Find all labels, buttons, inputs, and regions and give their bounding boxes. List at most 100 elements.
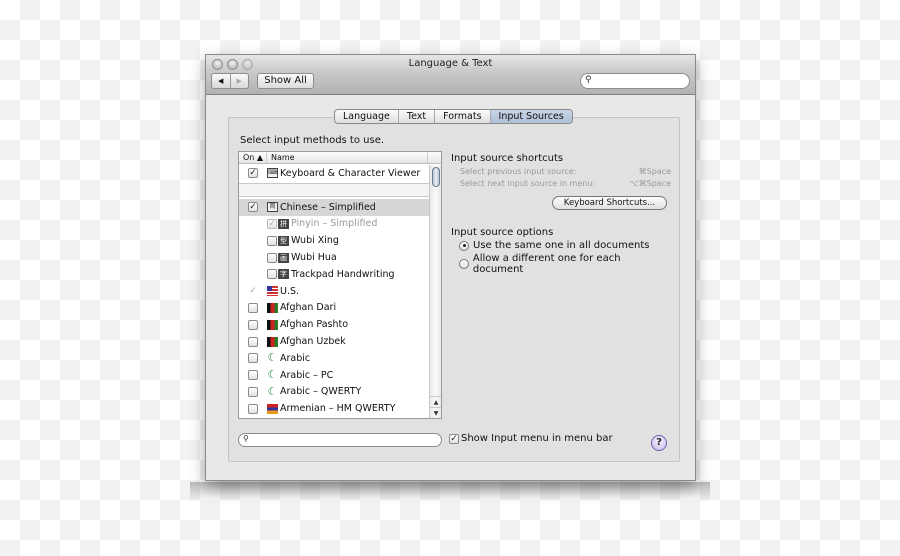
input-sources-list: On ▲ Name ✓ ⌨ Keyboard & Character Viewer ✓… bbox=[238, 151, 442, 419]
list-item[interactable]: ☾ Arabic – PC bbox=[239, 367, 430, 384]
enable-checkbox[interactable]: ✓ bbox=[267, 218, 277, 229]
show-input-menu-checkbox[interactable]: ✓ bbox=[449, 433, 459, 444]
armenian-flag-icon bbox=[267, 403, 278, 414]
list-item-label: Afghan Pashto bbox=[280, 319, 349, 331]
list-item[interactable]: 画 Wubi Hua bbox=[239, 249, 430, 266]
list-item[interactable]: Afghan Pashto bbox=[239, 316, 430, 333]
list-search-field[interactable]: ⚲ bbox=[238, 433, 442, 447]
list-item-label: Chinese – Simplified bbox=[280, 201, 376, 213]
checkbox-cell bbox=[239, 370, 267, 381]
tab-formats[interactable]: Formats bbox=[434, 110, 489, 123]
checkbox-cell bbox=[239, 386, 267, 397]
show-all-button[interactable]: Show All bbox=[257, 73, 314, 89]
checkbox-cell bbox=[239, 319, 267, 330]
checkbox-cell bbox=[239, 336, 267, 347]
list-item-label: Arabic bbox=[280, 352, 311, 364]
enable-checkbox[interactable] bbox=[248, 403, 258, 414]
toolbar: Language & Text ◀ ▶ Show All ⚲ bbox=[206, 55, 695, 95]
shortcut-next-key: ⌥⌘Space bbox=[629, 179, 671, 188]
search-field[interactable]: ⚲ bbox=[580, 73, 690, 89]
enable-checkbox[interactable] bbox=[267, 252, 277, 263]
list-item[interactable]: ☾ Arabic bbox=[239, 350, 430, 367]
window-shadow bbox=[190, 482, 710, 502]
nav-buttons: ◀ ▶ bbox=[211, 73, 249, 89]
shortcut-previous-label: Select previous input source: bbox=[460, 167, 577, 176]
enable-checkbox[interactable]: ✓ bbox=[248, 168, 258, 179]
wubi-xing-icon: 型 bbox=[278, 235, 289, 246]
enable-checkbox[interactable] bbox=[248, 319, 258, 330]
list-item-label: Armenian – HM QWERTY bbox=[280, 403, 396, 415]
enable-checkbox[interactable] bbox=[248, 353, 258, 364]
keyboard-shortcuts-button[interactable]: Keyboard Shortcuts... bbox=[552, 196, 667, 210]
column-header-on[interactable]: On ▲ bbox=[239, 152, 267, 163]
list-item[interactable]: ✓ 拼 Pinyin – Simplified bbox=[239, 216, 430, 233]
list-item-label: Arabic – QWERTY bbox=[280, 386, 362, 398]
checkbox-cell: ✓ bbox=[239, 202, 267, 213]
enable-checkbox[interactable]: ✓ bbox=[248, 286, 258, 296]
shortcut-previous: Select previous input source: ⌘Space bbox=[451, 167, 671, 176]
shortcut-next: Select next input source in menu: ⌥⌘Spac… bbox=[451, 179, 671, 188]
options-heading: Input source options bbox=[451, 227, 554, 238]
list-item[interactable]: 字 Trackpad Handwriting bbox=[239, 266, 430, 283]
shortcut-previous-key: ⌘Space bbox=[638, 167, 671, 176]
back-button[interactable]: ◀ bbox=[212, 74, 230, 88]
list-item[interactable]: 型 Wubi Xing bbox=[239, 232, 430, 249]
checkbox-cell bbox=[239, 403, 267, 414]
afghan-flag-icon bbox=[267, 302, 278, 313]
preferences-window: Language & Text ◀ ▶ Show All ⚲ Language … bbox=[205, 54, 696, 481]
pinyin-icon: 拼 bbox=[278, 218, 289, 229]
checkbox-cell bbox=[239, 302, 267, 313]
list-item-label: Wubi Xing bbox=[291, 235, 339, 247]
enable-checkbox[interactable] bbox=[248, 336, 258, 347]
checkbox-cell bbox=[239, 353, 267, 364]
list-item-label: Afghan Uzbek bbox=[280, 336, 346, 348]
window-title: Language & Text bbox=[408, 58, 493, 69]
crescent-icon: ☾ bbox=[267, 384, 278, 398]
help-button[interactable]: ? bbox=[651, 435, 667, 451]
scroll-up-arrow[interactable]: ▲ bbox=[430, 396, 441, 407]
list-item[interactable]: ✓ ⌨ Keyboard & Character Viewer bbox=[239, 165, 430, 182]
list-item[interactable]: ✓ 简 Chinese – Simplified bbox=[239, 198, 430, 216]
forward-button[interactable]: ▶ bbox=[229, 74, 249, 88]
enable-checkbox[interactable] bbox=[267, 269, 277, 280]
list-item[interactable]: Afghan Dari bbox=[239, 300, 430, 317]
wubi-hua-icon: 画 bbox=[278, 252, 289, 263]
option-different-row[interactable]: Allow a different one for each document bbox=[451, 253, 671, 275]
radio-different[interactable] bbox=[459, 259, 469, 269]
scroll-down-arrow[interactable]: ▼ bbox=[430, 407, 441, 418]
checkbox-cell: ✓ bbox=[239, 286, 267, 296]
tab-language[interactable]: Language bbox=[335, 110, 398, 123]
vertical-scrollbar[interactable]: ▲ ▼ bbox=[429, 165, 441, 418]
column-header-name[interactable]: Name bbox=[267, 152, 428, 163]
list-item[interactable]: Afghan Uzbek bbox=[239, 333, 430, 350]
list-item[interactable]: Armenian – HM QWERTY bbox=[239, 400, 430, 417]
enable-checkbox[interactable] bbox=[248, 302, 258, 313]
crescent-icon: ☾ bbox=[267, 368, 278, 382]
enable-checkbox[interactable] bbox=[248, 386, 258, 397]
enable-checkbox[interactable] bbox=[248, 370, 258, 381]
shortcut-next-label: Select next input source in menu: bbox=[460, 179, 596, 188]
shortcuts-heading: Input source shortcuts bbox=[451, 153, 564, 164]
list-item[interactable]: ✓ U.S. bbox=[239, 283, 430, 300]
shortcuts-section: Input source shortcuts Select previous i… bbox=[451, 153, 671, 275]
scroll-thumb[interactable] bbox=[432, 167, 440, 187]
show-input-menu-row[interactable]: ✓ Show Input menu in menu bar bbox=[449, 433, 613, 444]
crescent-icon: ☾ bbox=[267, 351, 278, 365]
list-prompt: Select input methods to use. bbox=[240, 135, 385, 146]
tab-text[interactable]: Text bbox=[397, 110, 434, 123]
list-separator bbox=[239, 182, 430, 197]
list-item[interactable]: ☾ Arabic – QWERTY bbox=[239, 384, 430, 401]
enable-checkbox[interactable]: ✓ bbox=[248, 202, 258, 213]
option-different-label: Allow a different one for each document bbox=[472, 253, 621, 275]
tab-bar: Language Text Formats Input Sources bbox=[334, 109, 573, 124]
list-item-label: Keyboard & Character Viewer bbox=[280, 167, 421, 179]
radio-same[interactable] bbox=[459, 240, 469, 251]
option-same-row[interactable]: Use the same one in all documents bbox=[451, 240, 671, 251]
list-rows: ✓ ⌨ Keyboard & Character Viewer ✓ 简 Chinese –… bbox=[239, 165, 430, 417]
list-item-label: Wubi Hua bbox=[291, 252, 337, 264]
enable-checkbox[interactable] bbox=[267, 235, 277, 246]
afghan-flag-icon bbox=[267, 319, 278, 330]
list-item-label: Pinyin – Simplified bbox=[291, 218, 378, 230]
tab-input-sources[interactable]: Input Sources bbox=[489, 110, 572, 123]
keyboard-viewer-icon: ⌨ bbox=[267, 168, 278, 179]
